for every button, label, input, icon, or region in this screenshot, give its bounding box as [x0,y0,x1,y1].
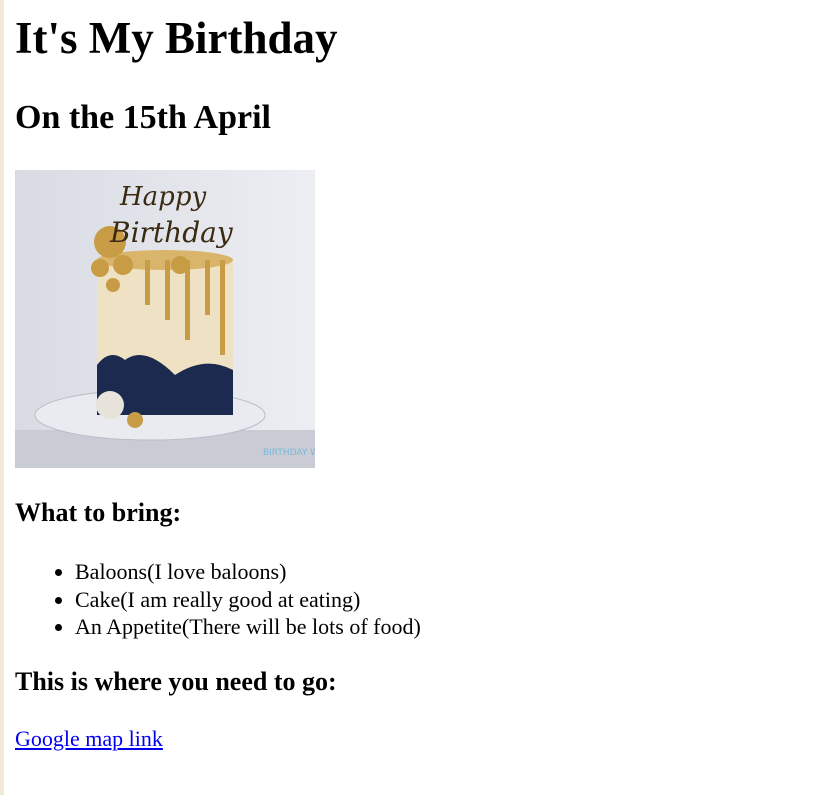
list-item: Cake(I am really good at eating) [75,586,421,614]
bring-heading: What to bring: [15,498,182,527]
cake-topper-text: Happy [119,182,206,212]
watermark-logo: BIRTHDAY WISHES [263,448,315,458]
list-item: Baloons(I love baloons) [75,558,421,586]
list-item: An Appetite(There will be lots of food) [75,613,421,641]
bring-list: Baloons(I love baloons) Cake(I am really… [15,558,421,641]
window-edge [0,0,4,795]
page-subtitle: On the 15th April [15,99,271,136]
birthday-cake-image: Happy Birthday BIRTHDAY WISHES [15,170,315,468]
location-heading: This is where you need to go: [15,667,337,696]
svg-text:Birthday: Birthday [109,216,234,249]
google-map-link[interactable]: Google map link [15,726,163,752]
page-title: It's My Birthday [15,13,338,63]
